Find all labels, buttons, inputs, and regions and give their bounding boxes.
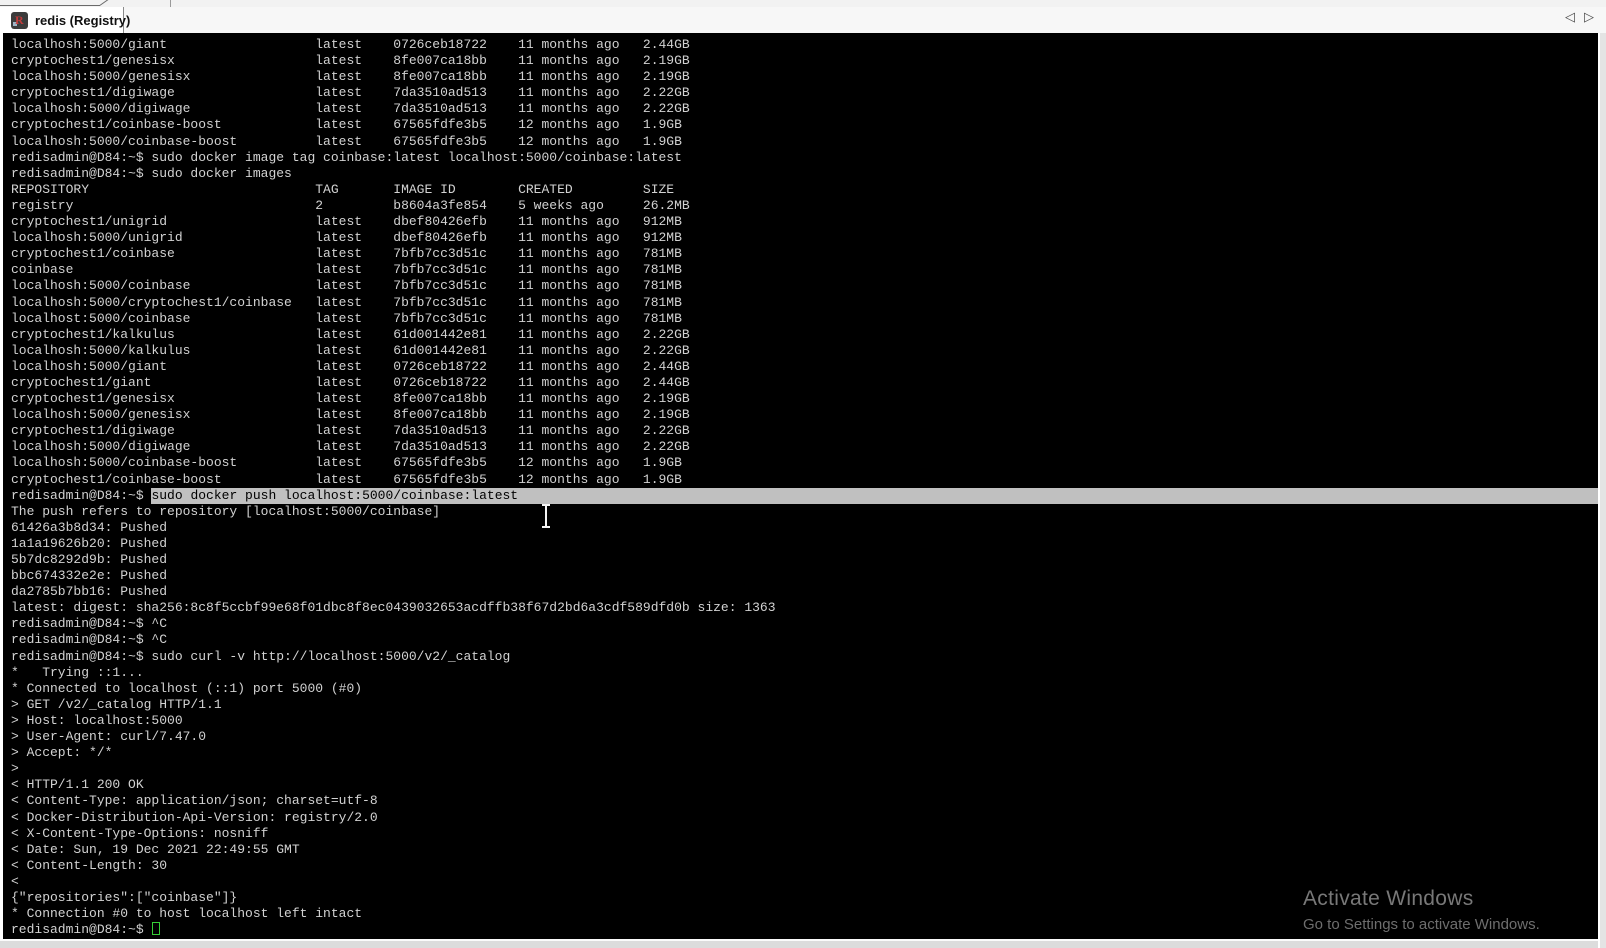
terminal-line: redisadmin@D84:~$ sudo docker push local… [11,487,1598,504]
terminal-line: localhosh:5000/coinbase latest 7bfb7cc3d… [11,278,682,294]
terminal-line: localhosh:5000/unigrid latest dbef80426e… [11,230,682,246]
terminal-line: localhosh:5000/kalkulus latest 61d001442… [11,342,690,358]
terminal-line: > Accept: */* [11,745,113,761]
terminal-line: coinbase latest 7bfb7cc3d51c 11 months a… [11,262,682,278]
tab-nav-arrows: ◁ ▷ [1565,10,1594,25]
terminal-line: < HTTP/1.1 200 OK [11,777,144,793]
terminal-line: redisadmin@D84:~$ ^C [11,616,168,632]
terminal-line: < Content-Length: 30 [11,857,168,873]
terminal-line: > [11,761,19,777]
terminal-line: redisadmin@D84:~$ ^C [11,632,168,648]
terminal-line: cryptochest1/unigrid latest dbef80426efb… [11,214,682,230]
shell-prompt: redisadmin@D84:~$ [11,487,152,503]
terminal-line: localhosh:5000/coinbase-boost latest 675… [11,455,682,471]
selected-command-text: sudo docker push localhost:5000/coinbase… [151,487,1598,504]
tab-nav-left-icon[interactable]: ◁ [1565,10,1575,25]
terminal-line: cryptochest1/coinbase latest 7bfb7cc3d51… [11,246,682,262]
terminal-line: < Docker-Distribution-Api-Version: regis… [11,809,378,825]
terminal-line: cryptochest1/digiwage latest 7da3510ad51… [11,423,690,439]
terminal-line: REPOSITORY TAG IMAGE ID CREATED SIZE [11,181,675,197]
upper-tab-edge [0,5,100,6]
terminal-line: * Connection #0 to host localhost left i… [11,906,363,922]
terminal-line: The push refers to repository [localhost… [11,503,441,519]
upper-tab-slant [99,0,109,6]
tab-title: redis (Registry) [35,12,131,28]
upper-tab-separator [170,0,171,7]
terminal-line: redisadmin@D84:~$ sudo docker images [11,165,292,181]
terminal-line: cryptochest1/coinbase-boost latest 67565… [11,117,682,133]
shell-prompt: redisadmin@D84:~$ [11,922,152,938]
terminal-line: < Content-Type: application/json; charse… [11,793,378,809]
terminal-block-cursor [152,922,161,936]
terminal-line: cryptochest1/kalkulus latest 61d001442e8… [11,326,690,342]
terminal-line: * Trying ::1... [11,664,144,680]
terminal-line: localhosh:5000/genesisx latest 8fe007ca1… [11,407,690,423]
terminal-line: {"repositories":["coinbase"]} [11,889,238,905]
terminal-viewport[interactable]: localhosh:5000/giant latest 0726ceb18722… [3,33,1598,940]
terminal-line: 5b7dc8292d9b: Pushed [11,552,168,567]
terminal-line: localhost:5000/coinbase latest 7bfb7cc3d… [11,310,682,326]
tab-redis-registry[interactable]: R redis (Registry) [0,7,130,33]
terminal-line: cryptochest1/genesisx latest 8fe007ca18b… [11,391,690,407]
terminal-line: > GET /v2/_catalog HTTP/1.1 [11,696,222,712]
terminal-line: 61426a3b8d34: Pushed [11,519,168,535]
terminal-line: localhosh:5000/giant latest 0726ceb18722… [11,37,690,52]
window-right-margin [1600,33,1606,948]
terminal-line: > User-Agent: curl/7.47.0 [11,729,207,745]
terminal-line: latest: digest: sha256:8c8f5ccbf99e68f01… [11,600,776,616]
terminal-line: > Host: localhost:5000 [11,712,183,728]
terminal-line: localhosh:5000/digiwage latest 7da3510ad… [11,439,690,455]
terminal-line: bbc674332e2e: Pushed [11,568,168,584]
terminal-line: registry 2 b8604a3fe854 5 weeks ago 26.2… [11,197,690,213]
text-ibeam-cursor [541,504,551,528]
terminal-line: 1a1a19626b20: Pushed [11,535,168,551]
terminal-line: localhosh:5000/digiwage latest 7da3510ad… [11,101,690,117]
terminal-line: localhosh:5000/cryptochest1/coinbase lat… [11,294,682,310]
terminal-line: < Date: Sun, 19 Dec 2021 22:49:55 GMT [11,841,300,857]
terminal-line: redisadmin@D84:~$ [11,922,1598,938]
tab-bar: R redis (Registry) ◁ ▷ [0,7,1606,33]
terminal-line: cryptochest1/genesisx latest 8fe007ca18b… [11,53,690,69]
window-bottom-bar [0,941,1598,948]
terminal-line: redisadmin@D84:~$ sudo curl -v http://lo… [11,648,511,664]
terminal-line: localhosh:5000/giant latest 0726ceb18722… [11,358,690,374]
mremoteng-r-icon: R [11,11,28,29]
terminal-line: < X-Content-Type-Options: nosniff [11,825,269,841]
terminal-line: redisadmin@D84:~$ sudo docker image tag … [11,149,682,165]
terminal-line: < [11,873,19,889]
terminal-line: da2785b7bb16: Pushed [11,584,168,600]
tab-strip-remnant [0,0,1606,7]
terminal-line: cryptochest1/coinbase-boost latest 67565… [11,471,682,487]
terminal-line: localhosh:5000/coinbase-boost latest 675… [11,133,682,149]
terminal-line: localhosh:5000/genesisx latest 8fe007ca1… [11,69,690,85]
terminal-line: cryptochest1/giant latest 0726ceb18722 1… [11,374,690,390]
terminal-line: * Connected to localhost (::1) port 5000… [11,680,363,696]
tab-nav-right-icon[interactable]: ▷ [1584,10,1594,25]
terminal-line: cryptochest1/digiwage latest 7da3510ad51… [11,85,690,101]
terminal-output: localhosh:5000/giant latest 0726ceb18722… [3,33,1598,940]
